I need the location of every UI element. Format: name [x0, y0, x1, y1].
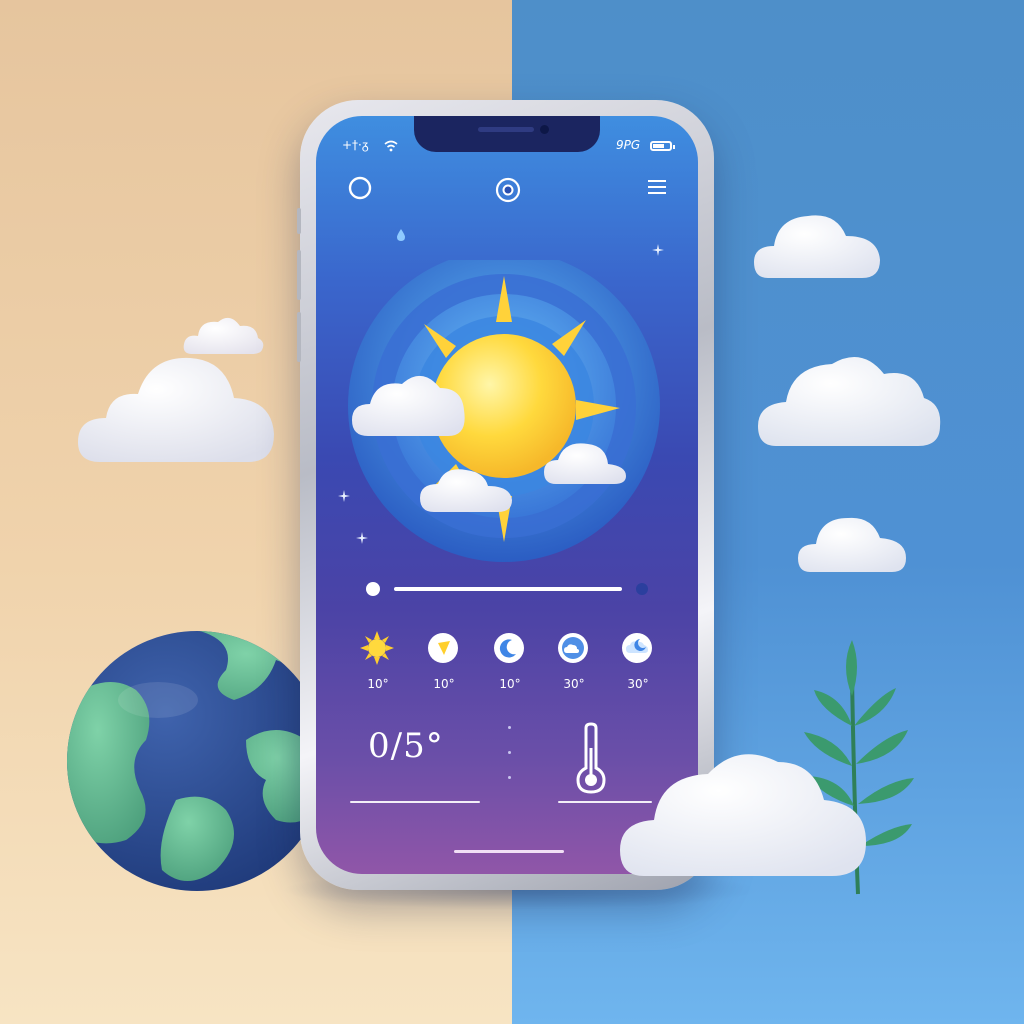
- slider-end-dot: [636, 583, 648, 595]
- speaker: [478, 127, 534, 132]
- sun-icon: [360, 631, 394, 665]
- side-button: [297, 250, 301, 300]
- divider-dots: [506, 726, 512, 786]
- menu-icon[interactable]: [646, 178, 668, 196]
- sparkle-icon: [652, 244, 664, 256]
- divider-line: [350, 801, 480, 803]
- slider-knob[interactable]: [366, 582, 380, 596]
- moon-cloud-icon: [558, 633, 588, 663]
- battery-icon: [650, 141, 675, 151]
- sun-with-clouds-icon: [348, 260, 660, 562]
- globe-icon: [67, 631, 327, 891]
- forecast-item[interactable]: 30°: [554, 631, 594, 711]
- notch: [414, 116, 600, 152]
- cloudy-moon-icon: [622, 633, 652, 663]
- cloud-icon: [798, 517, 906, 572]
- partly-sunny-icon: [428, 633, 458, 663]
- cloud-icon: [758, 356, 941, 446]
- status-time: 9PG: [616, 138, 641, 152]
- forecast-item[interactable]: 10°: [490, 631, 530, 711]
- forecast-item[interactable]: 30°: [618, 631, 658, 711]
- home-indicator[interactable]: [454, 850, 564, 853]
- front-camera: [540, 125, 549, 134]
- forecast-temp: 30°: [563, 677, 585, 691]
- slider-track: [394, 587, 622, 591]
- current-temperature: 0/5°: [368, 726, 444, 766]
- status-left-icons: +†·ᵹ: [342, 138, 369, 152]
- raindrop-icon: [397, 229, 405, 241]
- battery-level: [653, 144, 664, 148]
- thermometer-icon[interactable]: [574, 722, 608, 794]
- forecast-temp: 10°: [499, 677, 521, 691]
- forecast-temp: 10°: [367, 677, 389, 691]
- progress-slider[interactable]: [366, 582, 656, 596]
- forecast-item[interactable]: 10°: [424, 631, 464, 711]
- moon-icon: [494, 633, 524, 663]
- forecast-item[interactable]: 10°: [358, 631, 398, 711]
- forecast-temp: 30°: [627, 677, 649, 691]
- side-button: [297, 208, 301, 234]
- cloud-icon: [620, 754, 866, 876]
- cloud-icon: [78, 357, 274, 462]
- cloud-icon: [183, 317, 264, 354]
- side-button: [297, 312, 301, 362]
- wifi-icon: [384, 140, 398, 152]
- circle-icon[interactable]: [346, 174, 374, 202]
- forecast-temp: 10°: [433, 677, 455, 691]
- cloud-icon: [754, 215, 880, 278]
- location-target-icon[interactable]: [494, 176, 522, 204]
